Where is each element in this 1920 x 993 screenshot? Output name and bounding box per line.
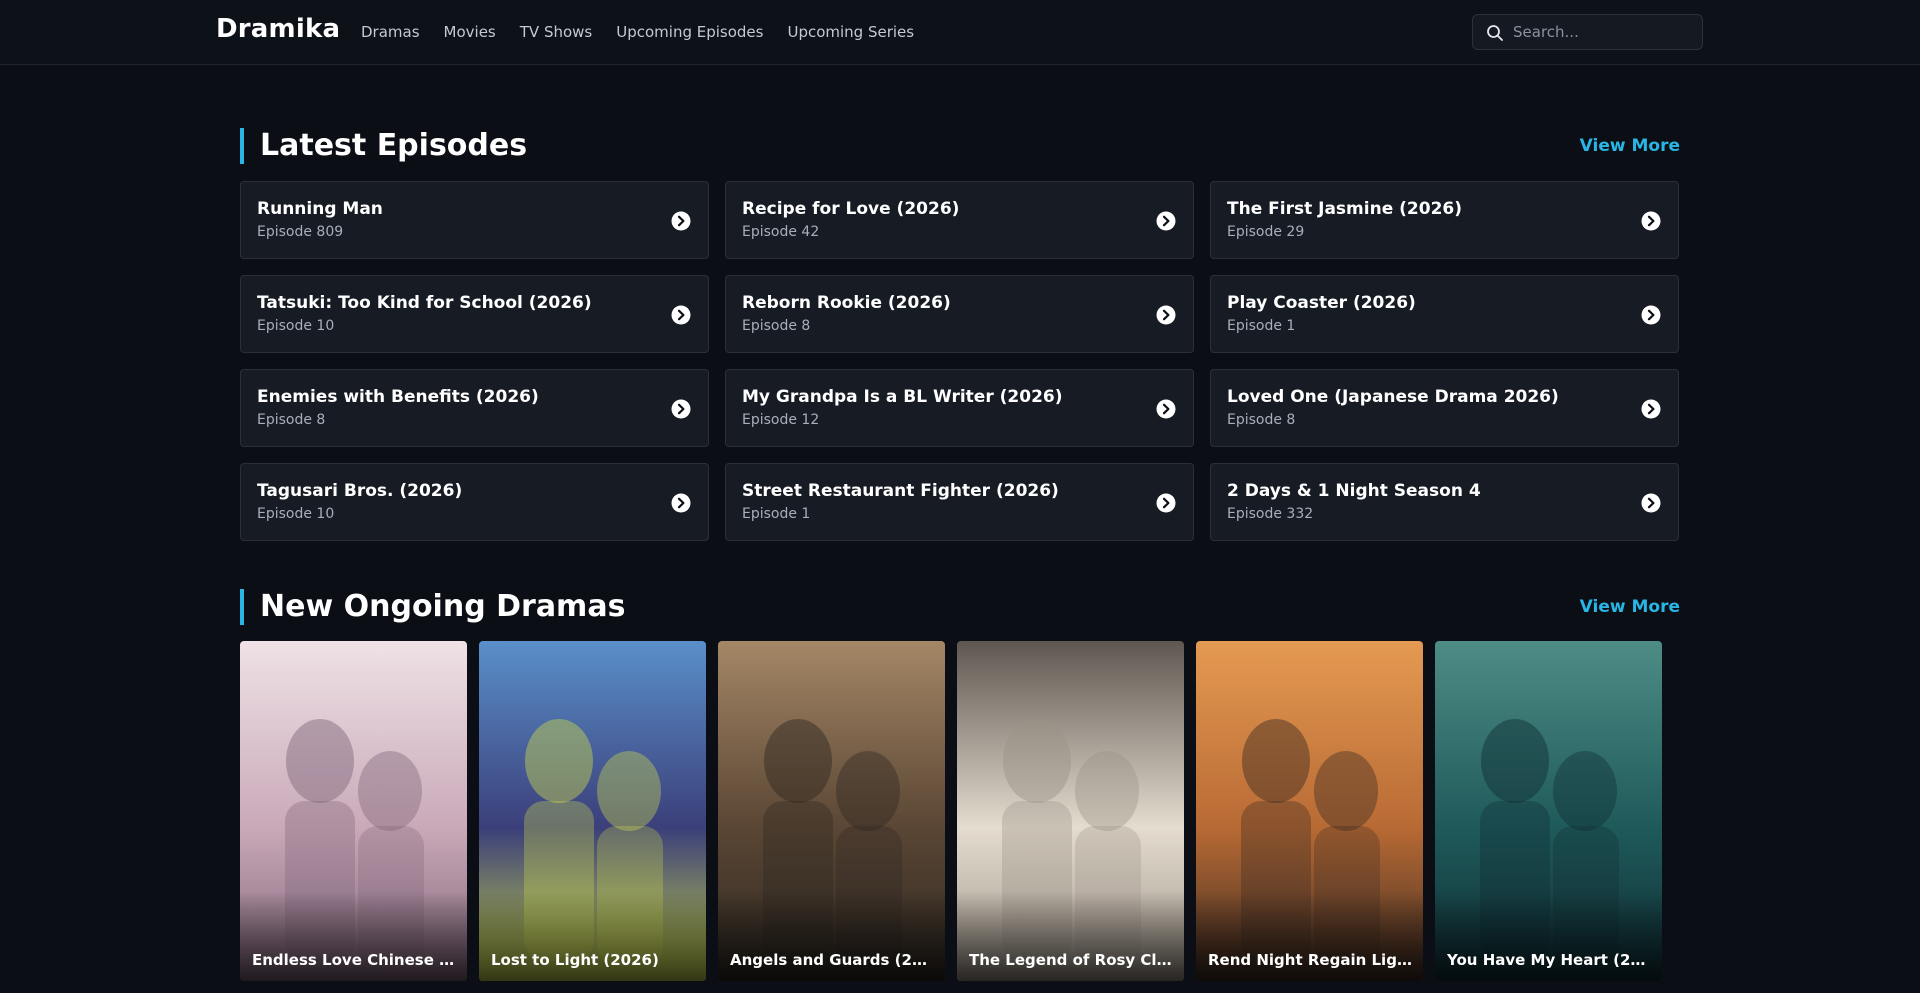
episode-card-title: Reborn Rookie (2026): [742, 293, 951, 313]
episode-card-title: 2 Days & 1 Night Season 4: [1227, 481, 1481, 501]
episode-card[interactable]: Loved One (Japanese Drama 2026) Episode 8: [1210, 369, 1679, 447]
episode-card-episode: Episode 1: [1227, 318, 1296, 334]
poster-title: Angels and Guards (20...: [730, 951, 935, 969]
poster-title: You Have My Heart (20...: [1447, 951, 1652, 969]
search-input[interactable]: [1513, 15, 1698, 49]
episode-card-episode: Episode 8: [742, 318, 811, 334]
poster-title: Endless Love Chinese D...: [252, 951, 457, 969]
arrow-circle-right-icon[interactable]: [671, 211, 691, 231]
episode-card-episode: Episode 10: [257, 506, 335, 522]
main-nav: Dramas Movies TV Shows Upcoming Episodes…: [361, 23, 938, 41]
drama-poster-card[interactable]: Angels and Guards (20...: [718, 641, 945, 981]
latest-episodes-grid: Running Man Episode 809 Recipe for Love (2…: [240, 181, 1680, 541]
episode-card-title: My Grandpa Is a BL Writer (2026): [742, 387, 1063, 407]
episode-card[interactable]: Recipe for Love (2026) Episode 42: [725, 181, 1194, 259]
ongoing-dramas-title: New Ongoing Dramas: [260, 589, 626, 624]
drama-poster-card[interactable]: You Have My Heart (20...: [1435, 641, 1662, 981]
arrow-circle-right-icon[interactable]: [671, 493, 691, 513]
episode-card-title: Play Coaster (2026): [1227, 293, 1416, 313]
episode-card-episode: Episode 332: [1227, 506, 1314, 522]
episode-card[interactable]: Tatsuki: Too Kind for School (2026) Episo…: [240, 275, 709, 353]
episode-card[interactable]: My Grandpa Is a BL Writer (2026) Episode …: [725, 369, 1194, 447]
episode-card-title: Running Man: [257, 199, 383, 219]
latest-episodes-title: Latest Episodes: [260, 128, 528, 163]
episode-card[interactable]: Street Restaurant Fighter (2026) Episode …: [725, 463, 1194, 541]
poster-title: Lost to Light (2026): [491, 951, 659, 969]
drama-poster-card[interactable]: The Legend of Rosy Clo...: [957, 641, 1184, 981]
episode-card[interactable]: Tagusari Bros. (2026) Episode 10: [240, 463, 709, 541]
arrow-circle-right-icon[interactable]: [1156, 399, 1176, 419]
episode-card-episode: Episode 12: [742, 412, 820, 428]
drama-poster-card[interactable]: Rend Night Regain Ligh...: [1196, 641, 1423, 981]
section-accent-bar: [240, 589, 244, 625]
ongoing-dramas-row: Endless Love Chinese D... Lost to Light (…: [240, 641, 1681, 981]
section-accent-bar: [240, 128, 244, 164]
nav-link-movies[interactable]: Movies: [444, 23, 496, 41]
episode-card-episode: Episode 809: [257, 224, 344, 240]
nav-link-upcoming-series[interactable]: Upcoming Series: [787, 23, 914, 41]
episode-card-episode: Episode 8: [1227, 412, 1296, 428]
episode-card-episode: Episode 42: [742, 224, 820, 240]
episode-card[interactable]: Enemies with Benefits (2026) Episode 8: [240, 369, 709, 447]
poster-title: Rend Night Regain Ligh...: [1208, 951, 1413, 969]
episode-card-title: The First Jasmine (2026): [1227, 199, 1462, 219]
poster-title: The Legend of Rosy Clo...: [969, 951, 1174, 969]
search-icon: [1487, 25, 1503, 41]
episode-card[interactable]: Running Man Episode 809: [240, 181, 709, 259]
drama-poster-card[interactable]: Endless Love Chinese D...: [240, 641, 467, 981]
latest-view-more-link[interactable]: View More: [1580, 136, 1680, 156]
arrow-circle-right-icon[interactable]: [1156, 211, 1176, 231]
arrow-circle-right-icon[interactable]: [1641, 211, 1661, 231]
episode-card-title: Loved One (Japanese Drama 2026): [1227, 387, 1559, 407]
arrow-circle-right-icon[interactable]: [1641, 305, 1661, 325]
arrow-circle-right-icon[interactable]: [1641, 493, 1661, 513]
episode-card-episode: Episode 1: [742, 506, 811, 522]
nav-link-upcoming-episodes[interactable]: Upcoming Episodes: [616, 23, 763, 41]
top-navbar: Dramika Dramas Movies TV Shows Upcoming …: [0, 0, 1920, 65]
ongoing-view-more-link[interactable]: View More: [1580, 597, 1680, 617]
search-box[interactable]: [1472, 14, 1703, 50]
episode-card[interactable]: Reborn Rookie (2026) Episode 8: [725, 275, 1194, 353]
episode-card-title: Tatsuki: Too Kind for School (2026): [257, 293, 592, 313]
episode-card-title: Street Restaurant Fighter (2026): [742, 481, 1059, 501]
drama-poster-card[interactable]: Lost to Light (2026): [479, 641, 706, 981]
episode-card-title: Enemies with Benefits (2026): [257, 387, 539, 407]
episode-card-episode: Episode 29: [1227, 224, 1305, 240]
episode-card[interactable]: Play Coaster (2026) Episode 1: [1210, 275, 1679, 353]
episode-card-title: Tagusari Bros. (2026): [257, 481, 463, 501]
arrow-circle-right-icon[interactable]: [671, 305, 691, 325]
episode-card[interactable]: 2 Days & 1 Night Season 4 Episode 332: [1210, 463, 1679, 541]
episode-card-title: Recipe for Love (2026): [742, 199, 960, 219]
arrow-circle-right-icon[interactable]: [671, 399, 691, 419]
episode-card-episode: Episode 10: [257, 318, 335, 334]
episode-card[interactable]: The First Jasmine (2026) Episode 29: [1210, 181, 1679, 259]
latest-episodes-header: Latest Episodes View More: [240, 128, 1680, 164]
arrow-circle-right-icon[interactable]: [1156, 493, 1176, 513]
site-logo[interactable]: Dramika: [216, 14, 340, 44]
arrow-circle-right-icon[interactable]: [1156, 305, 1176, 325]
nav-link-tv-shows[interactable]: TV Shows: [520, 23, 592, 41]
ongoing-dramas-header: New Ongoing Dramas View More: [240, 589, 1680, 625]
episode-card-episode: Episode 8: [257, 412, 326, 428]
nav-link-dramas[interactable]: Dramas: [361, 23, 420, 41]
arrow-circle-right-icon[interactable]: [1641, 399, 1661, 419]
